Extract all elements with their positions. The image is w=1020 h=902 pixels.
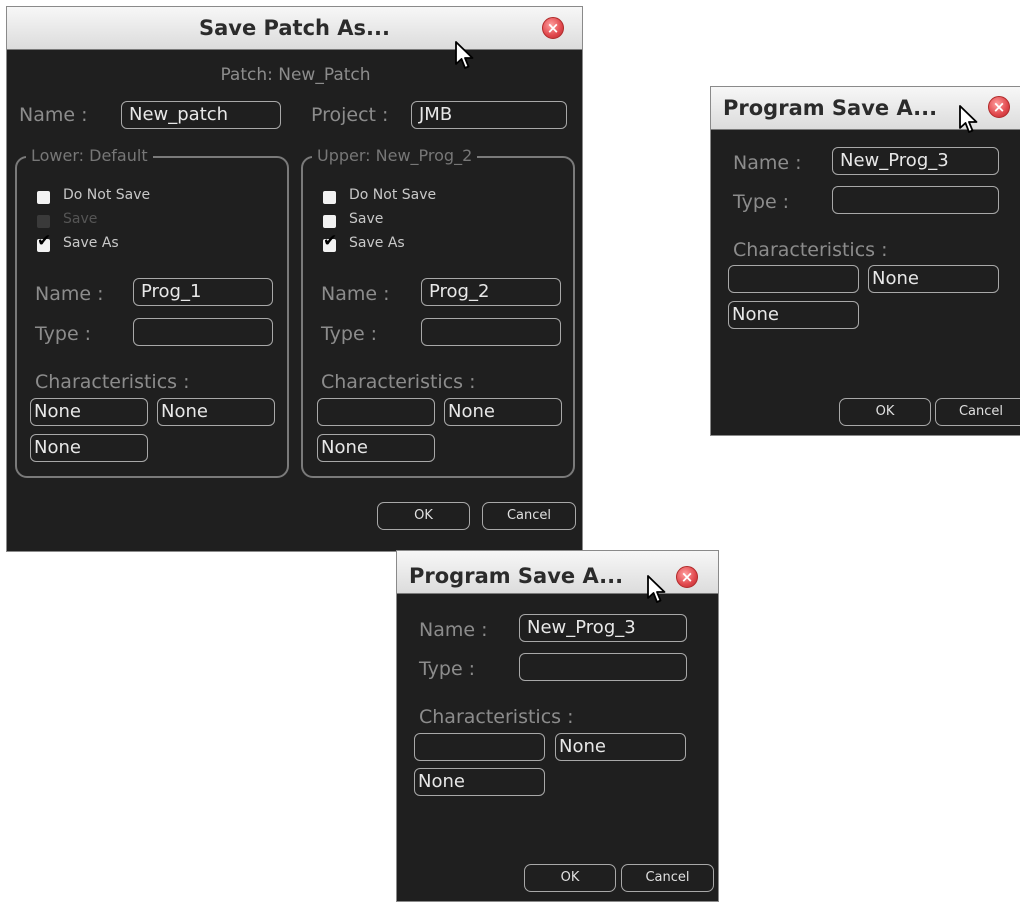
patch-subtitle: Patch: New_Patch (220, 65, 371, 85)
characteristics-label: Characteristics : (733, 239, 888, 261)
dialog-titlebar[interactable]: Program Save A... (397, 551, 718, 594)
lower-type-input[interactable] (133, 318, 273, 346)
do-not-save-option[interactable]: Do Not Save (349, 187, 436, 203)
lower-name-input[interactable]: Prog_1 (133, 278, 273, 306)
characteristic-3[interactable]: None (728, 301, 859, 329)
characteristic-1[interactable] (728, 265, 859, 293)
checkmark-icon[interactable] (323, 231, 337, 252)
ok-button[interactable]: OK (377, 502, 470, 530)
dialog-title: Program Save A... (409, 564, 624, 588)
name-label: Name : (419, 619, 488, 641)
upper-type-input[interactable] (421, 318, 561, 346)
mouse-cursor-icon (959, 105, 978, 133)
program-save-dialog-bottom: Program Save A... Name : New_Prog_3 Type… (396, 550, 719, 902)
do-not-save-option[interactable]: Do Not Save (63, 187, 150, 203)
upper-name-input[interactable]: Prog_2 (421, 278, 561, 306)
mouse-cursor-icon (647, 575, 666, 603)
upper-group: Upper: New_Prog_2 Do Not Save Save Save … (301, 146, 575, 478)
characteristics-label: Characteristics : (419, 706, 574, 728)
name-label: Name : (19, 104, 88, 126)
checkmark-icon[interactable] (37, 231, 51, 252)
checkbox-icon[interactable] (323, 191, 336, 204)
type-label: Type : (733, 191, 790, 213)
characteristics-label: Characteristics : (35, 371, 190, 393)
lower-group: Lower: Default Do Not Save Save Save As … (15, 146, 289, 478)
name-input[interactable]: New_Prog_3 (832, 147, 999, 175)
save-option[interactable]: Save (63, 211, 97, 227)
lower-group-legend: Lower: Default (26, 146, 153, 166)
save-as-option[interactable]: Save As (63, 235, 119, 251)
name-input[interactable]: New_Prog_3 (519, 614, 687, 642)
ok-button[interactable]: OK (524, 864, 616, 892)
name-label: Name : (733, 152, 802, 174)
close-icon[interactable] (988, 96, 1010, 118)
checkbox-icon[interactable] (37, 191, 50, 204)
dialog-title: Program Save A... (723, 96, 938, 120)
patch-name-input[interactable]: New_patch (121, 101, 281, 129)
type-label: Type : (419, 658, 476, 680)
ok-button[interactable]: OK (839, 398, 931, 426)
dialog-title: Save Patch As... (199, 16, 390, 40)
save-as-option[interactable]: Save As (349, 235, 405, 251)
characteristic-2[interactable]: None (868, 265, 999, 293)
project-input[interactable]: JMB (411, 101, 567, 129)
characteristic-3[interactable]: None (414, 768, 545, 796)
type-input[interactable] (832, 186, 999, 214)
type-input[interactable] (519, 653, 687, 681)
cancel-button[interactable]: Cancel (621, 864, 714, 892)
characteristic-2[interactable]: None (555, 733, 686, 761)
save-patch-dialog: Save Patch As... Patch: New_Patch Name :… (6, 6, 583, 552)
checkbox-icon[interactable] (37, 215, 50, 228)
cancel-button[interactable]: Cancel (935, 398, 1020, 426)
project-label: Project : (311, 104, 389, 126)
characteristic-1[interactable] (414, 733, 545, 761)
close-icon[interactable] (676, 566, 698, 588)
lower-characteristic-1[interactable]: None (30, 398, 148, 426)
cancel-button[interactable]: Cancel (482, 502, 576, 530)
program-save-dialog-right: Program Save A... Name : New_Prog_3 Type… (710, 86, 1020, 436)
name-label: Name : (321, 283, 390, 305)
upper-characteristic-2[interactable]: None (444, 398, 562, 426)
type-label: Type : (321, 323, 378, 345)
type-label: Type : (35, 323, 92, 345)
mouse-cursor-icon (455, 41, 474, 69)
upper-characteristic-3[interactable]: None (317, 434, 435, 462)
characteristics-label: Characteristics : (321, 371, 476, 393)
lower-characteristic-2[interactable]: None (157, 398, 275, 426)
name-label: Name : (35, 283, 104, 305)
checkbox-icon[interactable] (323, 215, 336, 228)
close-icon[interactable] (542, 17, 564, 39)
upper-characteristic-1[interactable] (317, 398, 435, 426)
save-option[interactable]: Save (349, 211, 383, 227)
dialog-titlebar[interactable]: Save Patch As... (7, 7, 582, 50)
upper-group-legend: Upper: New_Prog_2 (312, 146, 478, 166)
lower-characteristic-3[interactable]: None (30, 434, 148, 462)
